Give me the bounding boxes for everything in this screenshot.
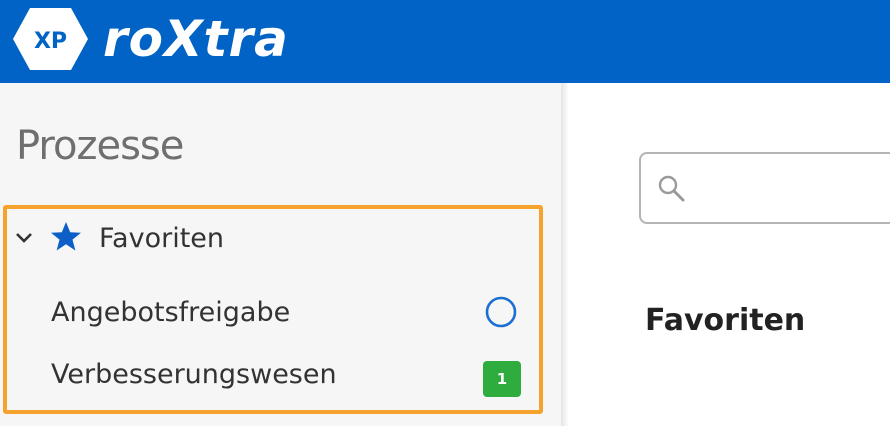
star-icon (51, 222, 81, 251)
search-icon (658, 175, 685, 202)
chevron-down-icon[interactable] (14, 231, 34, 245)
search-input[interactable] (698, 165, 888, 209)
sidebar-divider (561, 83, 569, 426)
status-circle-icon (485, 296, 517, 328)
sidebar-group-favoriten[interactable]: Favoriten (99, 222, 224, 256)
sidebar-item-verbesserungswesen[interactable]: Verbesserungswesen (51, 358, 337, 392)
count-badge: 1 (483, 361, 521, 397)
logo-badge-text: XP (34, 29, 67, 54)
xp-logo-icon[interactable]: XP (12, 6, 89, 72)
section-title: Favoriten (645, 303, 806, 338)
sidebar-item-angebotsfreigabe[interactable]: Angebotsfreigabe (51, 296, 290, 330)
sidebar-title: Prozesse (16, 123, 184, 169)
app-name[interactable]: roXtra (103, 6, 289, 72)
